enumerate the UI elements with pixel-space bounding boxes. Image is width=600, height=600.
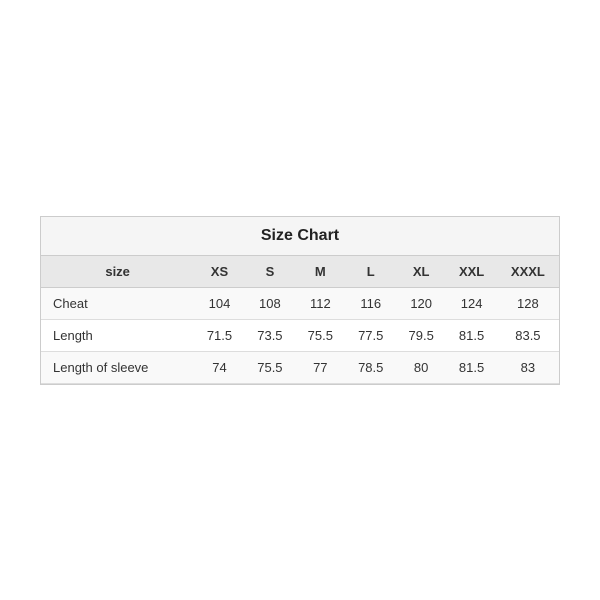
row-cell: 71.5 (194, 319, 244, 351)
row-label: Length (41, 319, 194, 351)
row-cell: 108 (245, 287, 295, 319)
row-cell: 124 (446, 287, 496, 319)
chart-title: Size Chart (261, 227, 339, 244)
row-label: Length of sleeve (41, 351, 194, 383)
table-row: Length of sleeve7475.57778.58081.583 (41, 351, 559, 383)
header-l: L (346, 256, 396, 288)
row-cell: 78.5 (346, 351, 396, 383)
header-xxxl: XXXL (497, 256, 559, 288)
row-cell: 77 (295, 351, 345, 383)
row-cell: 80 (396, 351, 446, 383)
header-xs: XS (194, 256, 244, 288)
header-m: M (295, 256, 345, 288)
row-cell: 120 (396, 287, 446, 319)
row-cell: 79.5 (396, 319, 446, 351)
header-xxl: XXL (446, 256, 496, 288)
size-table: size XS S M L XL XXL XXXL Cheat104108112… (41, 256, 559, 384)
row-cell: 104 (194, 287, 244, 319)
table-body: Cheat104108112116120124128Length71.573.5… (41, 287, 559, 383)
table-header-row: size XS S M L XL XXL XXXL (41, 256, 559, 288)
row-cell: 83 (497, 351, 559, 383)
row-cell: 77.5 (346, 319, 396, 351)
table-row: Length71.573.575.577.579.581.583.5 (41, 319, 559, 351)
chart-title-row: Size Chart (41, 217, 559, 256)
row-cell: 83.5 (497, 319, 559, 351)
row-cell: 112 (295, 287, 345, 319)
row-cell: 81.5 (446, 351, 496, 383)
row-cell: 73.5 (245, 319, 295, 351)
row-cell: 81.5 (446, 319, 496, 351)
header-size-label: size (41, 256, 194, 288)
header-xl: XL (396, 256, 446, 288)
row-cell: 74 (194, 351, 244, 383)
row-cell: 75.5 (245, 351, 295, 383)
size-chart-container: Size Chart size XS S M L XL XXL XXXL Che… (40, 216, 560, 385)
table-row: Cheat104108112116120124128 (41, 287, 559, 319)
header-s: S (245, 256, 295, 288)
row-label: Cheat (41, 287, 194, 319)
row-cell: 128 (497, 287, 559, 319)
row-cell: 75.5 (295, 319, 345, 351)
row-cell: 116 (346, 287, 396, 319)
